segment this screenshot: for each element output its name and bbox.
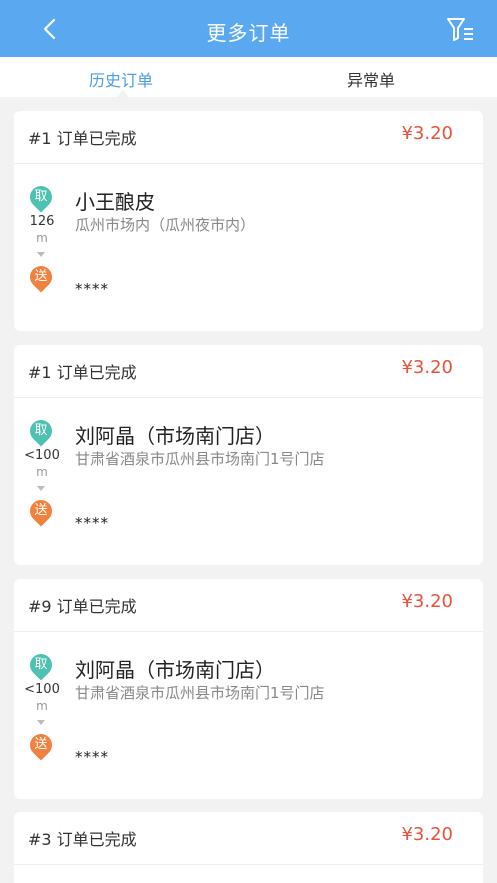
pickup-pin-icon: 取 — [25, 181, 57, 213]
store-address: 甘肃省酒泉市瓜州县市场南门1号门店 — [75, 684, 325, 702]
distance-readout: 126 m — [14, 214, 70, 246]
order-price: ¥3.20 — [401, 591, 453, 612]
delivery-pin-icon: 送 — [25, 261, 57, 293]
distance-value: 126 — [29, 214, 55, 229]
distance-unit: m — [36, 465, 48, 479]
distance-readout: <100 m — [14, 682, 70, 714]
delivery-pin-icon: 送 — [25, 495, 57, 527]
pickup-pin-icon: 取 — [25, 649, 57, 681]
order-card-header: #1 订单已完成 ¥3.20 — [14, 111, 483, 164]
order-status: #9 订单已完成 — [28, 597, 137, 616]
order-card[interactable]: #1 订单已完成 ¥3.20 取 <100 m 送 刘阿晶（市场南门店） 甘肃省… — [14, 345, 483, 565]
delivery-label: 送 — [34, 737, 48, 752]
delivery-label: 送 — [34, 503, 48, 518]
store-name: 刘阿晶（市场南门店） — [75, 424, 275, 448]
customer-masked: **** — [75, 514, 109, 532]
distance-unit: m — [36, 231, 48, 245]
customer-masked: **** — [75, 748, 109, 766]
delivery-pin-icon: 送 — [25, 729, 57, 761]
arrow-down-icon — [37, 252, 45, 257]
order-price: ¥3.20 — [401, 123, 453, 144]
distance-unit: m — [36, 699, 48, 713]
store-name: 刘阿晶（市场南门店） — [75, 658, 275, 682]
store-name: 小王酿皮 — [75, 190, 155, 214]
order-status: #1 订单已完成 — [28, 129, 137, 148]
distance-value: <100 — [24, 682, 60, 697]
order-card-header: #1 订单已完成 ¥3.20 — [14, 345, 483, 398]
tab-bar: 历史订单 异常单 — [0, 57, 497, 97]
order-card-body: 取 <100 m 送 刘阿晶（市场南门店） 甘肃省酒泉市瓜州县市场南门1号门店 … — [14, 632, 483, 798]
customer-masked: **** — [75, 280, 109, 298]
order-card-body: 取 126 m 送 小王酿皮 瓜州市场内（瓜州夜市内） **** — [14, 164, 483, 330]
order-price: ¥3.20 — [401, 357, 453, 378]
filter-list-icon[interactable] — [445, 15, 475, 43]
active-tab-indicator — [117, 90, 129, 97]
distance-readout: <100 m — [14, 448, 70, 480]
order-card[interactable]: #3 订单已完成 ¥3.20 — [14, 812, 483, 883]
order-status: #3 订单已完成 — [28, 830, 137, 849]
order-card-header: #3 订单已完成 ¥3.20 — [14, 812, 483, 865]
order-status: #1 订单已完成 — [28, 363, 137, 382]
order-card-header: #9 订单已完成 ¥3.20 — [14, 579, 483, 632]
pickup-label: 取 — [34, 189, 48, 204]
store-address: 瓜州市场内（瓜州夜市内） — [75, 216, 256, 234]
pickup-label: 取 — [34, 657, 48, 672]
tab-abnormal-orders[interactable]: 异常单 — [347, 67, 395, 91]
pickup-pin-icon: 取 — [25, 415, 57, 447]
tab-history-orders[interactable]: 历史订单 — [89, 67, 153, 91]
order-price: ¥3.20 — [401, 824, 453, 845]
order-card[interactable]: #9 订单已完成 ¥3.20 取 <100 m 送 刘阿晶（市场南门店） 甘肃省… — [14, 579, 483, 799]
page-title: 更多订单 — [206, 21, 291, 45]
order-card-body: 取 <100 m 送 刘阿晶（市场南门店） 甘肃省酒泉市瓜州县市场南门1号门店 … — [14, 398, 483, 564]
top-bar: 更多订单 — [0, 0, 497, 57]
pickup-label: 取 — [34, 423, 48, 438]
arrow-down-icon — [37, 720, 45, 725]
delivery-label: 送 — [34, 269, 48, 284]
arrow-down-icon — [37, 486, 45, 491]
distance-value: <100 — [24, 448, 60, 463]
order-card[interactable]: #1 订单已完成 ¥3.20 取 126 m 送 小王酿皮 瓜州市场内（瓜州夜市… — [14, 111, 483, 331]
store-address: 甘肃省酒泉市瓜州县市场南门1号门店 — [75, 450, 325, 468]
